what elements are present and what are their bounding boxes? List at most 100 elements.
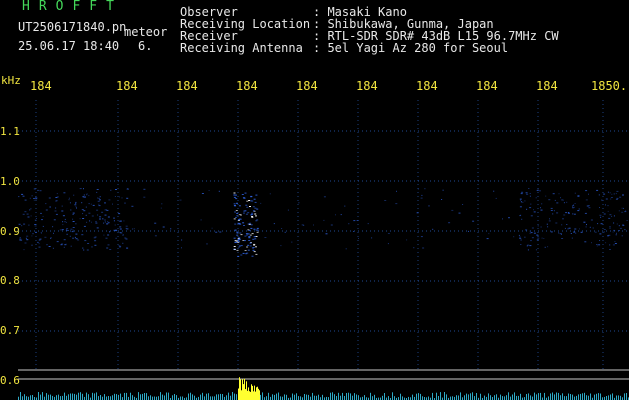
noise-pixel: [269, 193, 271, 195]
level-bar: [66, 395, 67, 400]
noise-pixel: [325, 233, 328, 235]
level-bar: [262, 392, 263, 400]
noise-pixel: [562, 199, 564, 201]
noise-pixel: [543, 238, 545, 239]
level-bar: [494, 395, 495, 400]
noise-pixel: [340, 214, 342, 216]
level-burst-bar: [256, 387, 257, 400]
level-bar: [40, 394, 41, 400]
level-bar: [112, 395, 113, 400]
noise-pixel: [573, 213, 576, 215]
meteor-echo-pixel: [248, 230, 251, 231]
level-bar: [152, 396, 153, 400]
noise-pixel: [114, 224, 116, 226]
meteor-echo-pixel: [233, 196, 236, 198]
meteor-echo-pixel: [235, 210, 238, 211]
level-bar: [530, 395, 531, 400]
meteor-echo-pixel: [249, 245, 252, 247]
level-bar: [460, 392, 461, 400]
level-bar: [422, 396, 423, 400]
noise-pixel: [107, 234, 110, 236]
noise-pixel: [71, 231, 74, 233]
level-burst-bar: [251, 384, 252, 400]
noise-pixel: [559, 233, 562, 235]
noise-pixel: [529, 245, 532, 247]
noise-pixel: [72, 221, 75, 222]
level-burst-bar: [259, 390, 260, 400]
level-bar: [50, 394, 51, 400]
level-burst-bar: [253, 391, 254, 400]
noise-pixel: [583, 221, 586, 223]
noise-pixel: [287, 209, 289, 211]
level-bar: [114, 393, 115, 400]
level-bar: [572, 394, 573, 400]
noise-pixel: [608, 217, 611, 219]
noise-pixel: [29, 209, 31, 211]
level-bar: [62, 395, 63, 400]
noise-pixel: [35, 196, 37, 198]
noise-pixel: [218, 190, 220, 192]
noise-pixel: [34, 219, 36, 221]
noise-pixel: [30, 215, 32, 217]
level-bar: [58, 394, 59, 400]
level-bar: [276, 393, 277, 400]
level-bar: [338, 392, 339, 400]
meteor-echo-pixel: [252, 206, 255, 208]
noise-pixel: [110, 189, 112, 191]
noise-pixel: [613, 215, 615, 217]
level-bar: [174, 394, 175, 400]
meteor-echo-pixel: [239, 232, 242, 234]
noise-pixel: [520, 239, 522, 241]
noise-pixel: [577, 195, 580, 197]
noise-pixel: [35, 218, 37, 220]
noise-pixel: [607, 191, 609, 193]
noise-pixel: [566, 224, 568, 225]
noise-pixel: [75, 202, 77, 204]
noise-pixel: [75, 206, 77, 208]
noise-pixel: [550, 207, 553, 209]
level-bar: [568, 393, 569, 400]
level-bar: [216, 394, 217, 400]
meteor-echo-pixel: [255, 236, 258, 237]
level-bar: [452, 396, 453, 400]
meteor-echo-pixel: [248, 223, 251, 225]
noise-pixel: [219, 231, 222, 233]
level-bar: [76, 394, 77, 400]
noise-pixel: [88, 212, 91, 214]
noise-pixel: [521, 218, 523, 220]
meteor-echo-pixel: [236, 249, 239, 251]
noise-pixel: [599, 214, 602, 216]
noise-pixel: [76, 207, 77, 209]
noise-pixel: [75, 201, 77, 203]
noise-pixel: [541, 237, 543, 239]
noise-pixel: [558, 193, 560, 195]
level-bar: [272, 394, 273, 400]
level-bar: [352, 395, 353, 400]
meteor-echo-pixel: [254, 238, 257, 240]
noise-pixel: [94, 244, 97, 246]
noise-pixel: [19, 239, 21, 241]
meteor-echo-pixel: [248, 237, 251, 239]
meteor-echo-pixel: [256, 219, 259, 221]
noise-pixel: [72, 237, 75, 239]
noise-pixel: [281, 228, 283, 229]
noise-pixel: [133, 228, 135, 230]
noise-pixel: [529, 232, 531, 234]
level-bar: [464, 395, 465, 400]
noise-pixel: [107, 244, 110, 246]
meteor-echo-pixel: [251, 216, 254, 217]
meteor-echo-pixel: [246, 200, 249, 202]
level-bar: [298, 396, 299, 400]
noise-pixel: [102, 218, 104, 219]
meteor-echo-pixel: [250, 195, 253, 197]
noise-pixel: [539, 190, 541, 192]
noise-pixel: [291, 241, 293, 243]
level-bar: [536, 394, 537, 400]
noise-pixel: [84, 240, 87, 242]
meteor-echo-pixel: [246, 246, 249, 248]
meteor-echo-pixel: [244, 250, 247, 251]
noise-pixel: [609, 192, 611, 194]
noise-pixel: [79, 218, 81, 220]
noise-pixel: [608, 234, 611, 236]
level-bar: [344, 396, 345, 400]
